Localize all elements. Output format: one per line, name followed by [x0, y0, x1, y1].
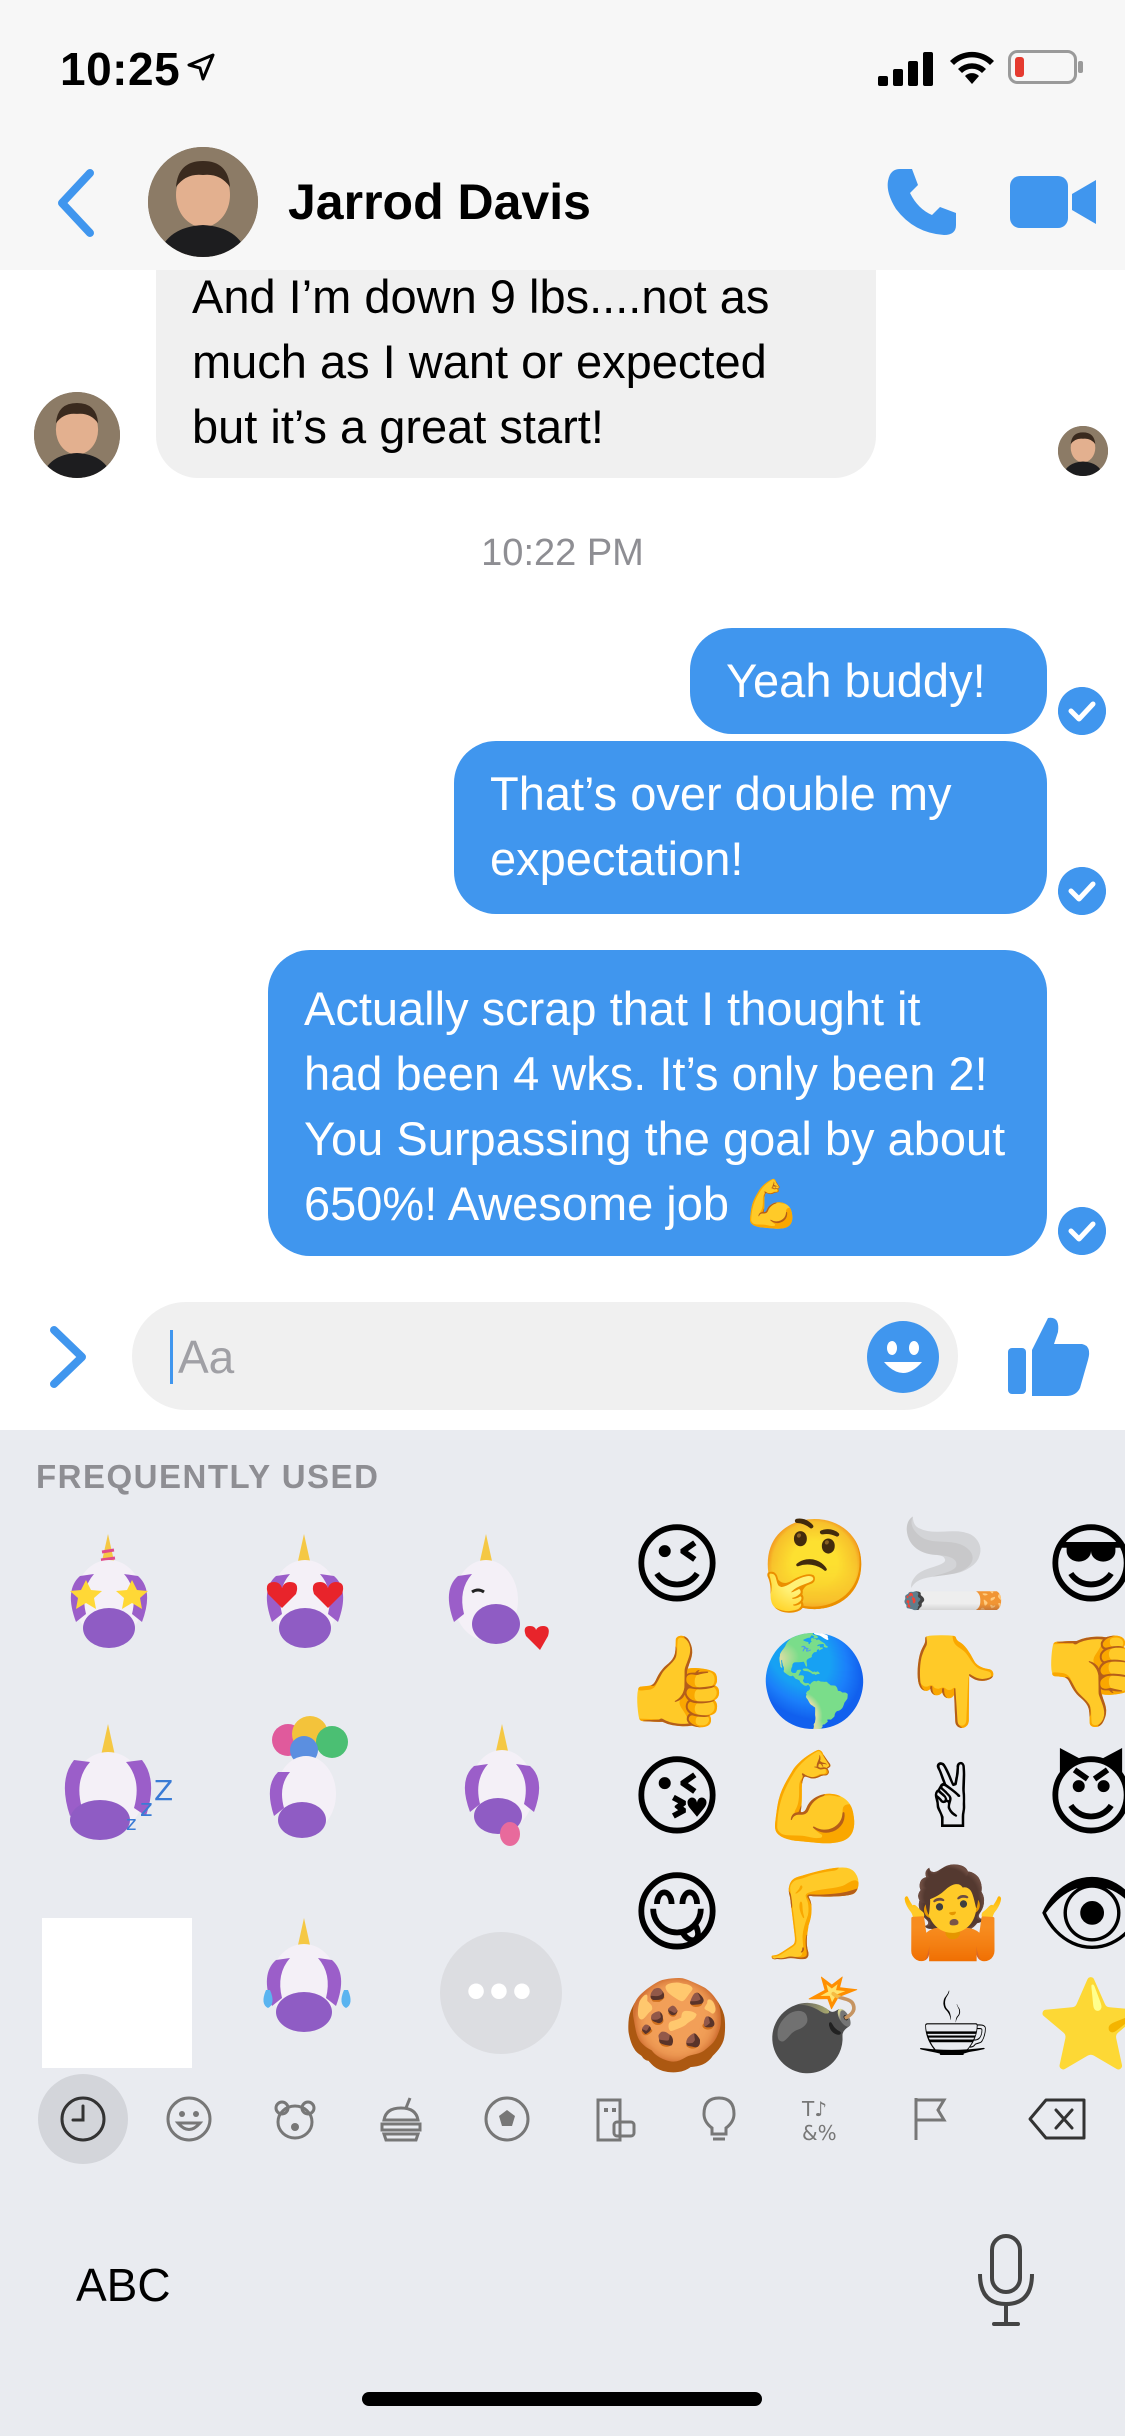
unicorn-sleeping-sticker[interactable]: z z Z: [50, 1720, 180, 1850]
unicorn-mind-blown-sticker[interactable]: [244, 1716, 374, 1846]
delete-icon[interactable]: [1010, 2074, 1110, 2164]
emoji-thumbs-down[interactable]: 👎: [1036, 1626, 1125, 1736]
frequently-used-heading: FREQUENTLY USED: [36, 1458, 380, 1495]
phone-call-icon[interactable]: [882, 163, 962, 243]
activity-icon[interactable]: [462, 2074, 552, 2164]
wifi-icon: [950, 51, 994, 84]
message-input[interactable]: Aa: [132, 1302, 958, 1410]
contact-name[interactable]: Jarrod Davis: [288, 173, 591, 231]
emoji-cookie[interactable]: 🍪: [622, 1970, 732, 2080]
message-timestamp: 10:22 PM: [481, 532, 644, 574]
more-dots: •••: [466, 1961, 536, 2021]
emoji-yum[interactable]: 😋: [622, 1858, 732, 1968]
emoji-smiley-icon[interactable]: [866, 1320, 940, 1394]
emoji-sunglasses[interactable]: 😎: [1036, 1510, 1125, 1620]
symbols-icon[interactable]: T♪ &%: [780, 2074, 870, 2164]
more-stickers-button[interactable]: •••: [440, 1932, 562, 2054]
emoji-wink[interactable]: 😉: [622, 1510, 732, 1620]
contact-avatar[interactable]: [148, 147, 258, 257]
status-bar: 10:25: [0, 0, 1125, 135]
emoji-category-bar: T♪ &%: [0, 2074, 1125, 2164]
unicorn-kiss-sticker[interactable]: [428, 1530, 558, 1660]
recent-icon[interactable]: [38, 2074, 128, 2164]
emoji-victory-hand[interactable]: ✌: [898, 1742, 1008, 1852]
message-input-placeholder: Aa: [178, 1331, 235, 1383]
emoji-flexed-biceps[interactable]: 💪: [760, 1742, 870, 1852]
video-call-icon[interactable]: [1008, 170, 1098, 234]
travel-icon[interactable]: [568, 2074, 658, 2164]
expand-chevron-icon[interactable]: [44, 1322, 92, 1392]
emoji-thumbs-up[interactable]: 👍: [622, 1626, 732, 1736]
svg-text:z: z: [126, 1811, 137, 1835]
battery-icon: [1008, 50, 1083, 84]
home-indicator[interactable]: [362, 2392, 762, 2406]
cellular-signal-icon: [878, 52, 933, 86]
emoji-globe[interactable]: 🌎: [760, 1626, 870, 1736]
microphone-icon[interactable]: [966, 2230, 1046, 2330]
conversation-header: Jarrod Davis: [0, 135, 1125, 270]
svg-text:T♪: T♪: [801, 2097, 827, 2121]
flags-icon[interactable]: [886, 2074, 976, 2164]
emoji-point-down[interactable]: 👇: [898, 1626, 1008, 1736]
delivered-check-icon: [1058, 867, 1106, 915]
emoji-smiling-imp[interactable]: 😈: [1036, 1742, 1125, 1852]
emoji-star[interactable]: ⭐: [1036, 1970, 1125, 2080]
unicorn-heart-eyes-sticker[interactable]: [240, 1530, 370, 1660]
unicorn-starstruck-sticker[interactable]: [44, 1530, 174, 1660]
unicorn-tongue-sticker[interactable]: [436, 1720, 566, 1850]
text-cursor: [170, 1330, 173, 1384]
delivered-check-icon: [1058, 1207, 1106, 1255]
message-thread[interactable]: And I’m down 9 lbs....not as much as I w…: [0, 250, 1125, 1280]
back-chevron-icon[interactable]: [48, 163, 108, 243]
svg-text:&%: &%: [802, 2121, 837, 2144]
svg-text:Z: Z: [154, 1774, 173, 1807]
food-icon[interactable]: [356, 2074, 446, 2164]
animals-icon[interactable]: [250, 2074, 340, 2164]
emoji-cigarette[interactable]: 🚬: [898, 1510, 1008, 1620]
read-receipt-avatar: [1058, 426, 1108, 476]
emoji-eye[interactable]: 👁: [1036, 1858, 1125, 1968]
abc-keyboard-switch[interactable]: ABC: [76, 2258, 171, 2312]
outgoing-message[interactable]: That’s over double my expectation!: [454, 741, 1047, 914]
unicorn-tears-of-joy-sticker[interactable]: [242, 1914, 372, 2044]
emoji-thinking[interactable]: 🤔: [760, 1510, 870, 1620]
emoji-shrug[interactable]: 🤷: [898, 1858, 1008, 1968]
incoming-message[interactable]: And I’m down 9 lbs....not as much as I w…: [156, 250, 876, 478]
emoji-bomb[interactable]: 💣: [760, 1970, 870, 2080]
emoji-hot-beverage[interactable]: ☕: [898, 1970, 1008, 2080]
svg-text:z: z: [140, 1794, 153, 1822]
sender-avatar[interactable]: [34, 392, 120, 478]
message-composer: Aa: [0, 1280, 1125, 1430]
smileys-icon[interactable]: [144, 2074, 234, 2164]
thumbs-up-icon[interactable]: [1004, 1310, 1094, 1400]
emoji-kiss[interactable]: 😘: [622, 1742, 732, 1852]
emoji-leg[interactable]: 🦵: [760, 1858, 870, 1968]
delivered-check-icon: [1058, 687, 1106, 735]
location-arrow-icon: [187, 53, 215, 81]
outgoing-message[interactable]: Actually scrap that I thought it had bee…: [268, 950, 1047, 1256]
objects-icon[interactable]: [674, 2074, 764, 2164]
emoji-keyboard: FREQUENTLY USED z z Z ••• 😉 🤔 🚬 😎 👍 🌎 👇 …: [0, 1430, 1125, 2436]
status-time: 10:25: [60, 43, 181, 95]
empty-sticker-slot[interactable]: [42, 1918, 192, 2068]
outgoing-message[interactable]: Yeah buddy!: [690, 628, 1047, 734]
